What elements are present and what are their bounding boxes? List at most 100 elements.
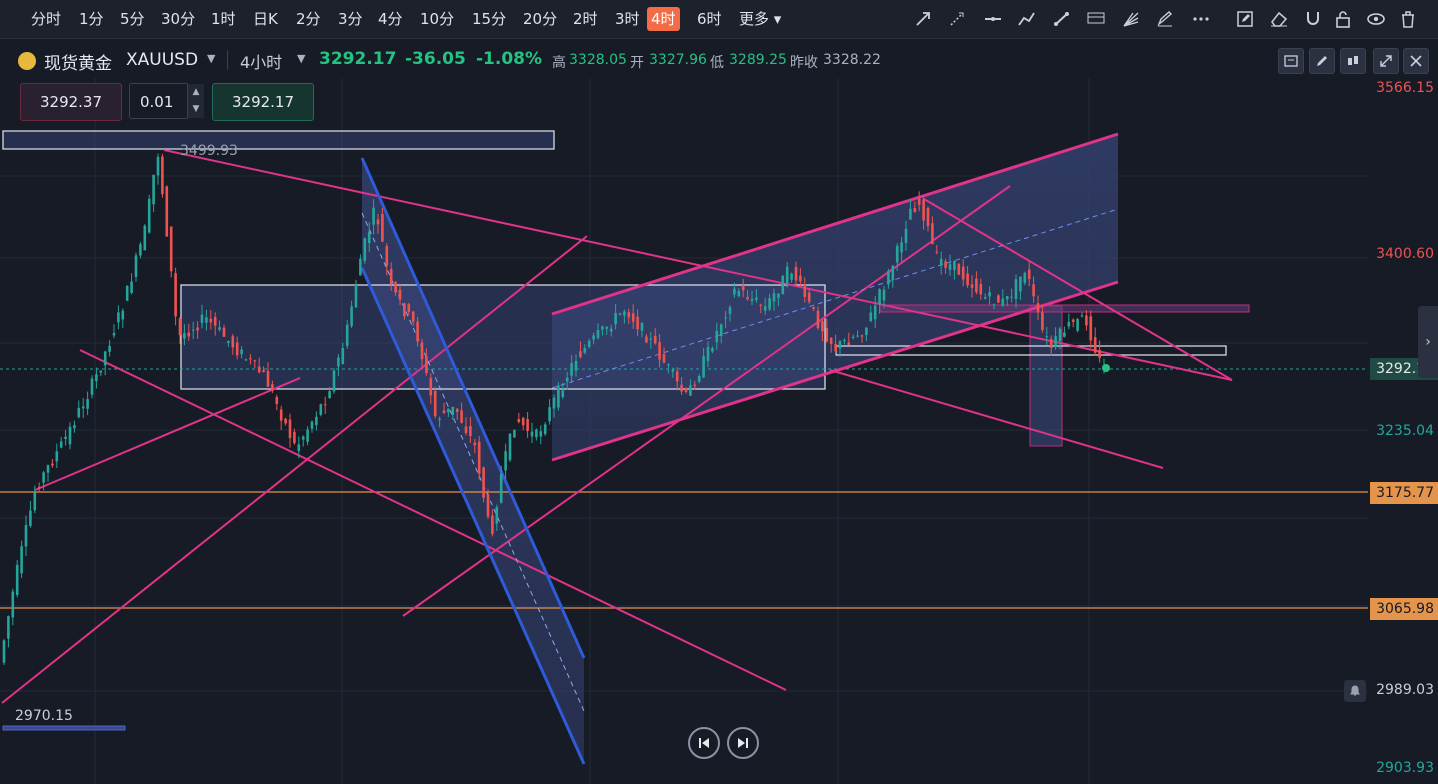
eraser-button[interactable]	[1266, 7, 1292, 31]
timeframe-9[interactable]: 10分	[416, 7, 458, 31]
draw-button[interactable]	[1309, 48, 1335, 74]
side-panel-toggle[interactable]: ›	[1418, 306, 1438, 378]
candle-body	[473, 442, 477, 446]
chart-settings-button[interactable]	[1278, 48, 1304, 74]
candle-body	[948, 264, 952, 270]
timeframe-2[interactable]: 5分	[116, 7, 149, 31]
timeframe-4[interactable]: 1时	[207, 7, 240, 31]
open-value: 3327.96	[649, 52, 707, 68]
expand-button[interactable]	[1373, 48, 1399, 74]
drawn-shapes[interactable]	[0, 130, 1368, 765]
candle-body	[143, 225, 147, 251]
timeframe-0[interactable]: 分时	[27, 7, 65, 31]
candle-body	[807, 292, 811, 302]
candle-body	[539, 431, 543, 437]
prev-close-label: 昨收	[790, 55, 818, 71]
candle-body	[1085, 315, 1088, 326]
lock-button[interactable]	[1330, 7, 1356, 31]
fibonacci-button[interactable]	[1083, 7, 1109, 31]
close-button[interactable]	[1403, 48, 1429, 74]
candle-body	[381, 214, 384, 242]
last-price-dot	[1102, 364, 1110, 372]
buy-price-box[interactable]: 3292.17	[212, 83, 314, 121]
candle-body	[715, 330, 719, 343]
candle-body	[59, 441, 63, 448]
candle-body	[702, 356, 705, 378]
candle-body	[218, 327, 221, 330]
fan-button[interactable]	[1118, 7, 1144, 31]
timeframe-3[interactable]: 30分	[157, 7, 199, 31]
candle-body	[359, 258, 362, 276]
timeframe-13[interactable]: 3时	[611, 7, 644, 31]
candle-body	[425, 356, 428, 374]
note-button[interactable]	[1232, 7, 1258, 31]
candle-body	[403, 303, 406, 317]
candle-body	[689, 385, 692, 396]
chevron-down-icon[interactable]: ▼	[207, 52, 215, 65]
candle-body	[455, 408, 459, 412]
candle-body	[90, 378, 94, 395]
pink-zone-box[interactable]	[1029, 305, 1063, 447]
low-marker-box[interactable]	[2, 725, 126, 731]
candle-body	[640, 322, 644, 331]
candle-body	[161, 156, 164, 195]
scroll-to-start-button[interactable]	[688, 727, 720, 759]
timeframe-16[interactable]: 更多 ▾	[735, 7, 785, 31]
pink-horizontal-box[interactable]	[879, 304, 1250, 313]
candle-body	[882, 289, 886, 301]
candlestick-icon	[1348, 56, 1358, 65]
alert-bell-button[interactable]	[1344, 680, 1366, 702]
candle-body	[975, 278, 978, 293]
range-box[interactable]	[180, 284, 826, 390]
interval-select[interactable]: 4小时	[240, 49, 282, 73]
timeframe-7[interactable]: 3分	[334, 7, 367, 31]
brush-button[interactable]	[1152, 7, 1178, 31]
candle-body	[323, 404, 327, 406]
timeframe-6[interactable]: 2分	[292, 7, 325, 31]
candle-body	[429, 378, 433, 396]
candle-body	[1080, 315, 1084, 317]
timeframe-12[interactable]: 2时	[569, 7, 602, 31]
price-chart[interactable]: 3499.93 2970.15	[0, 78, 1368, 784]
trash-button[interactable]	[1395, 7, 1421, 31]
timeframe-1[interactable]: 1分	[75, 7, 108, 31]
ray-tool-button[interactable]	[945, 7, 971, 31]
arrow-tool-button[interactable]	[911, 7, 937, 31]
candle-body	[257, 366, 261, 373]
bell-icon	[1350, 685, 1360, 696]
scroll-to-end-button[interactable]	[727, 727, 759, 759]
sell-price-box[interactable]: 3292.37	[20, 83, 122, 121]
candle-body	[737, 291, 741, 296]
chevron-down-icon[interactable]: ▼	[297, 52, 305, 65]
candle-body	[271, 384, 274, 391]
chevron-right-icon: ›	[1425, 334, 1431, 350]
candle-body	[860, 335, 864, 337]
candle-type-button[interactable]	[1340, 48, 1366, 74]
magnet-button[interactable]	[1300, 7, 1326, 31]
candle-body	[587, 340, 591, 347]
candle-body	[843, 340, 846, 342]
settings-icon	[1284, 55, 1298, 67]
symbol-code[interactable]: XAUUSD	[126, 50, 198, 70]
eye-button[interactable]	[1363, 7, 1389, 31]
lot-size-input[interactable]: 0.01	[129, 83, 189, 119]
timeframe-5[interactable]: 日K	[249, 7, 282, 31]
candle-body	[755, 297, 758, 300]
timeframe-11[interactable]: 20分	[519, 7, 561, 31]
timeframe-14[interactable]: 4时	[647, 7, 680, 31]
trend-line-icon	[1054, 12, 1069, 26]
horizontal-line-button[interactable]	[980, 7, 1006, 31]
timeframe-15[interactable]: 6时	[693, 7, 726, 31]
more-dots-button[interactable]	[1188, 7, 1214, 31]
candle-body	[909, 208, 912, 220]
candle-body	[81, 406, 85, 409]
timeframe-8[interactable]: 4分	[374, 7, 407, 31]
top-range-box[interactable]	[2, 130, 555, 150]
symbol-name[interactable]: 现货黄金	[44, 49, 112, 74]
timeframe-10[interactable]: 15分	[468, 7, 510, 31]
polyline-button[interactable]	[1014, 7, 1040, 31]
candle-body	[231, 336, 235, 348]
trend-line-button[interactable]	[1049, 7, 1075, 31]
lot-stepper[interactable]: ▲ ▼	[187, 84, 204, 118]
candle-body	[649, 338, 653, 340]
